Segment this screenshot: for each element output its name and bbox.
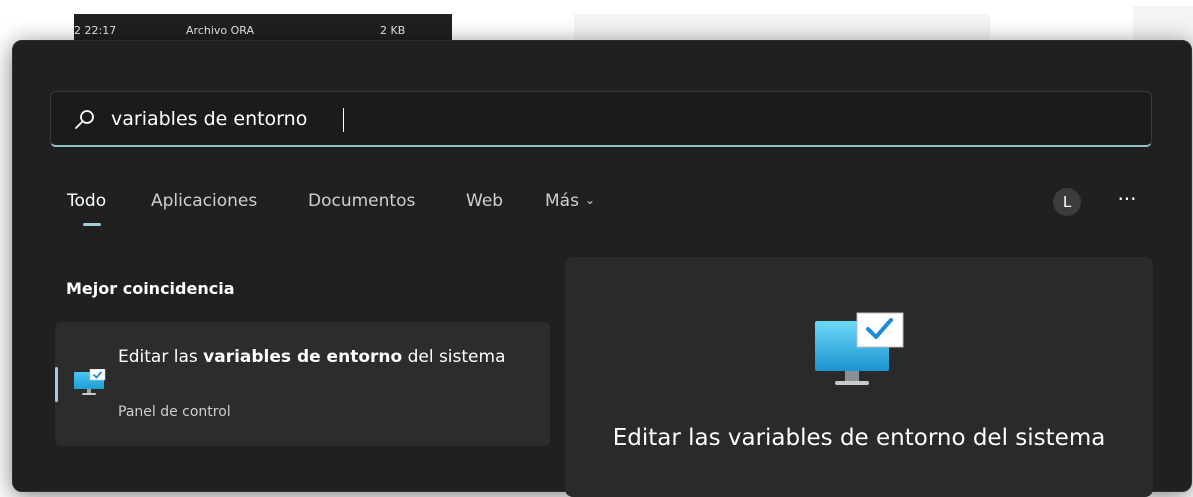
result-subtitle: Panel de control	[118, 404, 231, 420]
active-tab-indicator	[83, 223, 101, 226]
background-file-type: Archivo ORA	[186, 24, 254, 37]
more-options-button[interactable]: ···	[1113, 189, 1141, 215]
tab-documentos[interactable]: Documentos	[308, 191, 415, 211]
filter-tabs: Todo Aplicaciones Documentos Web Más ⌄	[13, 187, 1113, 227]
chevron-down-icon: ⌄	[584, 193, 596, 207]
tab-mas[interactable]: Más ⌄	[545, 191, 595, 211]
selection-accent	[55, 367, 58, 402]
preview-title: Editar las variables de entorno del sist…	[612, 425, 1106, 451]
search-icon	[75, 110, 94, 129]
system-settings-monitor-icon	[815, 312, 904, 385]
tab-aplicaciones[interactable]: Aplicaciones	[151, 191, 257, 211]
system-settings-monitor-icon	[74, 369, 106, 395]
tab-todo[interactable]: Todo	[67, 191, 106, 211]
tab-mas-label: Más	[545, 191, 579, 211]
result-title-suffix: del sistema	[402, 347, 506, 367]
text-caret	[343, 108, 344, 132]
result-title: Editar las variables de entorno del sist…	[118, 342, 528, 372]
result-title-prefix: Editar las	[118, 347, 204, 367]
search-input[interactable]	[111, 102, 1011, 136]
tab-web[interactable]: Web	[466, 191, 503, 211]
result-title-highlight: variables de entorno	[203, 347, 403, 367]
background-file-size: 2 KB	[380, 24, 406, 37]
background-file-time: 2 22:17	[74, 24, 117, 37]
best-match-heading: Mejor coincidencia	[66, 279, 235, 298]
account-avatar[interactable]: L	[1053, 188, 1081, 216]
search-window: Todo Aplicaciones Documentos Web Más⌄ L …	[12, 40, 1192, 497]
best-match-result[interactable]: Editar las variables de entorno del sist…	[55, 322, 550, 446]
preview-pane: Editar las variables de entorno del sist…	[565, 257, 1153, 497]
search-box[interactable]	[50, 91, 1152, 147]
